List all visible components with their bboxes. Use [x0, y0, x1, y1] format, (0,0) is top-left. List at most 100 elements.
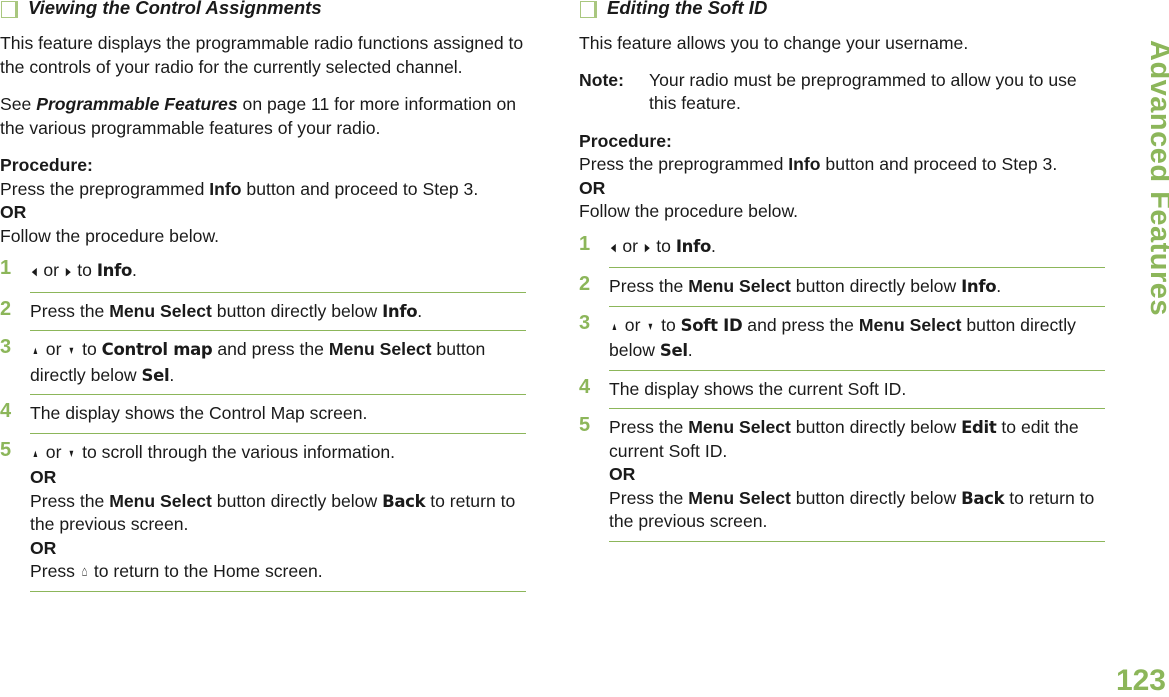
- text: Press the: [609, 276, 688, 296]
- emphasis-text: Procedure:: [0, 155, 93, 175]
- text: and press the: [742, 315, 858, 335]
- note: Note:Your radio must be preprogrammed to…: [579, 69, 1107, 116]
- procedure-line: Follow the procedure below.: [0, 225, 528, 249]
- procedure: Procedure: Press the preprogrammed Info b…: [0, 154, 528, 248]
- step-line: ▲ or ▼ to Control map and press the Menu…: [30, 338, 528, 387]
- text: or: [38, 260, 63, 280]
- step-divider: [30, 591, 526, 592]
- emphasis-text: OR: [609, 464, 635, 484]
- section-title-text: Editing the Soft ID: [607, 0, 767, 18]
- procedure-line: OR: [579, 177, 1107, 201]
- down-arrow-icon: ▼: [647, 316, 654, 340]
- emphasis-text: Info: [382, 302, 417, 321]
- text: button and proceed to Step 3.: [821, 154, 1058, 174]
- step-item: 4The display shows the current Soft ID.: [579, 371, 1107, 410]
- step-line: Press the Menu Select button directly be…: [30, 300, 528, 324]
- step-line: ◀ or ▶ to Info.: [609, 235, 1107, 261]
- emphasis-text: Info: [209, 179, 241, 199]
- text: to return to the Home screen.: [89, 561, 323, 581]
- paragraph: See Programmable Features on page 11 for…: [0, 93, 528, 140]
- emphasis-text: Menu Select: [688, 417, 791, 437]
- text: Press: [30, 561, 80, 581]
- up-arrow-icon: ▲: [32, 443, 39, 467]
- text: Press the: [609, 417, 688, 437]
- emphasis-text: Soft ID: [681, 316, 743, 335]
- emphasis-text: Sel: [141, 366, 169, 385]
- left-column: Viewing the Control AssignmentsThis feat…: [0, 0, 528, 592]
- text: Press the: [30, 301, 109, 321]
- emphasis-text: Menu Select: [688, 488, 791, 508]
- text: button directly below: [212, 491, 382, 511]
- text: The display shows the current Soft ID.: [609, 379, 906, 399]
- section-title: Viewing the Control Assignments: [0, 0, 528, 19]
- step-line: The display shows the Control Map screen…: [30, 402, 528, 426]
- down-arrow-icon: ▼: [68, 443, 75, 467]
- section-icon: [1, 1, 18, 18]
- step-item: 2 Press the Menu Select button directly b…: [0, 293, 528, 332]
- step-number: 2: [0, 298, 11, 322]
- emphasis-text: Menu Select: [329, 339, 432, 359]
- up-arrow-icon: ▲: [611, 316, 618, 340]
- text: or: [620, 315, 645, 335]
- section-title: Editing the Soft ID: [579, 0, 1107, 19]
- emphasis-text: Procedure:: [579, 131, 672, 151]
- text: button and proceed to Step 3.: [242, 179, 479, 199]
- step-number: 3: [579, 312, 590, 336]
- down-arrow-icon: ▼: [68, 340, 75, 364]
- text: See: [0, 94, 36, 114]
- step-line: ◀ or ▶ to Info.: [30, 259, 528, 285]
- step-number: 4: [0, 400, 11, 424]
- emphasis-text: Info: [97, 261, 132, 280]
- step-number: 1: [0, 257, 11, 281]
- procedure-line: Procedure:: [0, 154, 528, 178]
- emphasis-text: OR: [579, 178, 605, 198]
- text: to: [77, 339, 101, 359]
- text: button directly below: [791, 276, 961, 296]
- emphasis-text: Programmable Features: [36, 94, 237, 114]
- step-item: 5▲ or ▼ to scroll through the various in…: [0, 434, 528, 592]
- step-number: 3: [0, 336, 11, 360]
- section-title-text: Viewing the Control Assignments: [28, 0, 322, 18]
- text: The display shows the Control Map screen…: [30, 403, 367, 423]
- procedure-line: OR: [0, 201, 528, 225]
- emphasis-text: Info: [961, 277, 996, 296]
- text: Press the: [609, 488, 688, 508]
- step-line: Press the Menu Select button directly be…: [609, 416, 1107, 463]
- paragraph: This feature allows you to change your u…: [579, 32, 1107, 56]
- emphasis-text: OR: [0, 202, 26, 222]
- step-item: 5 Press the Menu Select button directly b…: [579, 409, 1107, 542]
- left-arrow-icon: ◀: [32, 261, 37, 285]
- step-item: 1◀ or ▶ to Info.: [579, 228, 1107, 269]
- right-column: Editing the Soft ID This feature allows y…: [579, 0, 1107, 542]
- text: This feature allows you to change your u…: [579, 33, 968, 53]
- step-line: OR: [30, 466, 528, 490]
- text: .: [688, 340, 693, 360]
- steps-list: 1 ◀ or ▶ to Info. 2 Press the Menu Select b…: [0, 252, 528, 592]
- procedure-line: Procedure:: [579, 130, 1107, 154]
- text: .: [996, 276, 1001, 296]
- text: to: [651, 236, 675, 256]
- step-line: Press the Menu Select button directly be…: [609, 487, 1107, 534]
- step-line: Press ⌂ to return to the Home screen.: [30, 560, 528, 584]
- emphasis-text: Sel: [660, 341, 688, 360]
- procedure: Procedure: Press the preprogrammed Info b…: [579, 130, 1107, 224]
- step-line: OR: [609, 463, 1107, 487]
- step-line: Press the Menu Select button directly be…: [609, 275, 1107, 299]
- text: Press the preprogrammed: [0, 179, 209, 199]
- note-label: Note:: [579, 69, 649, 116]
- emphasis-text: Menu Select: [688, 276, 791, 296]
- step-item: 3 ▲ or ▼ to Control map and press the Men…: [0, 331, 528, 395]
- text: to: [72, 260, 96, 280]
- emphasis-text: Menu Select: [859, 315, 962, 335]
- step-item: 4 The display shows the Control Map scree…: [0, 395, 528, 434]
- step-item: 3 ▲ or ▼ to Soft ID and press the Menu Se…: [579, 307, 1107, 371]
- chapter-title: Advanced Features: [1148, 40, 1169, 316]
- text: button directly below: [791, 488, 961, 508]
- text: and press the: [212, 339, 328, 359]
- emphasis-text: Menu Select: [109, 491, 212, 511]
- step-number: 5: [579, 414, 590, 438]
- emphasis-text: Info: [788, 154, 820, 174]
- right-arrow-icon: ▶: [645, 237, 650, 261]
- text: to: [656, 315, 680, 335]
- text: Press the preprogrammed: [579, 154, 788, 174]
